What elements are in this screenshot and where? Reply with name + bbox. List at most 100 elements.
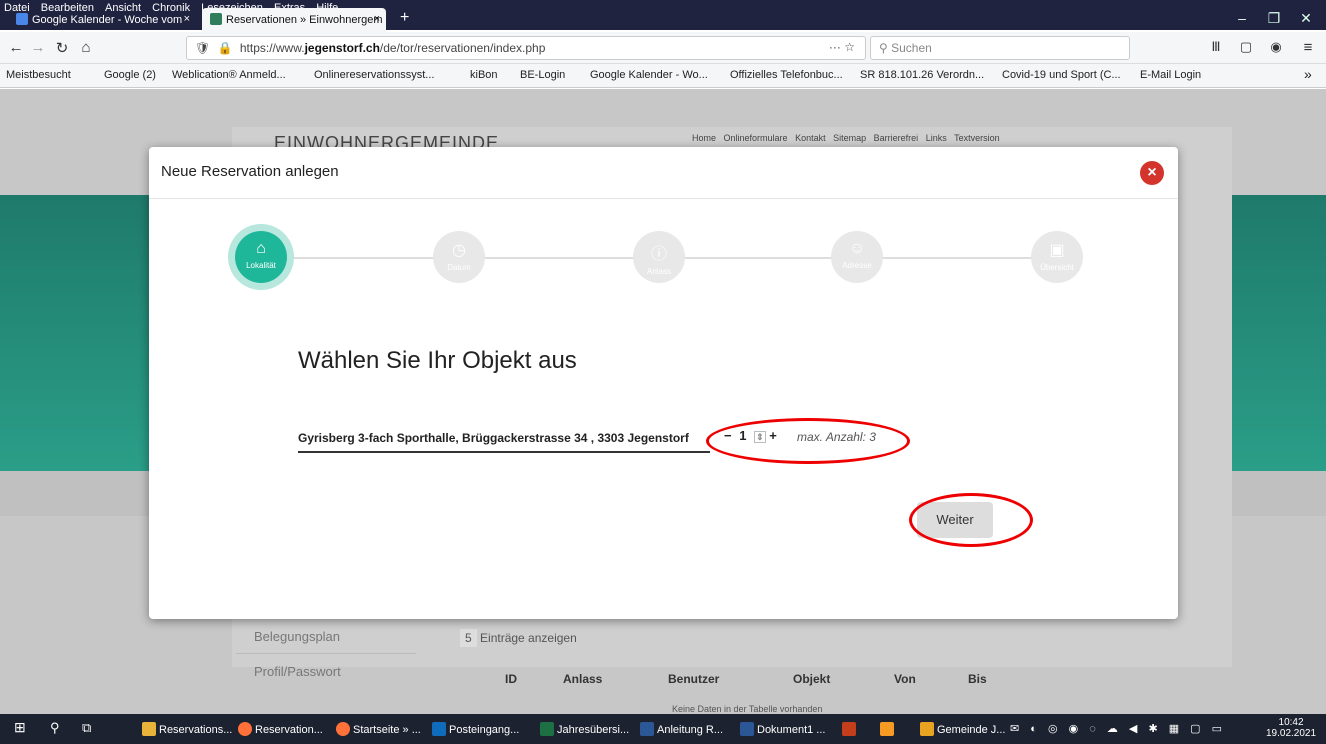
bookmark-email-login[interactable]: E-Mail Login [1140,69,1201,81]
taskbar-item[interactable]: Reservations... [142,722,232,736]
word-icon [640,722,654,736]
bookmark-telefonbuch[interactable]: Offizielles Telefonbuc... [730,69,843,81]
powerpoint-button[interactable] [842,722,859,736]
tab-reservationen[interactable]: Reservationen » Einwohnergem × [202,8,386,32]
step-datum[interactable]: ◷ Datum [433,231,485,283]
nav-home[interactable]: Home [692,133,716,143]
taskbar-label: Startseite » ... [353,724,421,736]
object-select[interactable]: Gyrisberg 3-fach Sporthalle, Brüggackers… [298,427,710,453]
home-icon: ⌂ [256,240,266,257]
taskbar-label: Reservations... [159,724,233,736]
entries-select[interactable]: 5 [460,629,477,647]
bookmark-covid-sport[interactable]: Covid-19 und Sport (C... [1002,69,1121,81]
title-bar: Datei Bearbeiten Ansicht Chronik Lesezei… [0,0,1326,30]
reload-icon[interactable]: ↻ [52,39,72,57]
user-icon: ☺ [848,240,866,257]
app-icon [920,722,934,736]
taskbar-item[interactable]: Jahresübersi... [540,722,629,736]
app-a-icon [880,722,894,736]
step-uebersicht[interactable]: ▣ Übersicht [1031,231,1083,283]
page-actions-icon[interactable]: ··· ☆ [829,40,855,54]
url-domain: jegenstorf.ch [304,41,380,55]
taskbar-item[interactable]: Startseite » ... [336,722,421,736]
bookmark-sr-verordnung[interactable]: SR 818.101.26 Verordn... [860,69,984,81]
bookmark-kibon[interactable]: kiBon [470,69,498,81]
taskbar-item[interactable]: Gemeinde J... [920,722,1005,736]
nav-links[interactable]: Links [926,133,947,143]
lock-icon: 🔒 [217,41,233,55]
sidebar-item-belegungsplan[interactable]: Belegungsplan [254,629,340,644]
bookmarks-bar: Meistbesucht Google (2) Weblication® Anm… [0,64,1326,88]
search-placeholder: Suchen [891,41,932,55]
url-path: /de/tor/reservationen/index.php [379,41,546,55]
taskbar-label: Gemeinde J... [937,724,1006,736]
nav-sitemap[interactable]: Sitemap [833,133,866,143]
back-icon[interactable]: ← [6,39,26,56]
nav-barrierefrei[interactable]: Barrierefrei [874,133,919,143]
modal-heading: Wählen Sie Ihr Objekt aus [298,347,577,374]
close-tab-icon[interactable]: × [374,13,380,25]
library-icon[interactable]: Ⅲ [1206,39,1226,55]
sidebar-icon[interactable]: ▢ [1236,39,1256,55]
reservation-modal: Neue Reservation anlegen × ⌂ Lokalität ◷ D… [149,147,1178,619]
new-tab-button[interactable]: + [392,4,417,28]
column-benutzer[interactable]: Benutzer [668,672,719,686]
entries-label: Einträge anzeigen [480,631,577,645]
bookmark-google-kalender[interactable]: Google Kalender - Wo... [590,69,708,81]
clock[interactable]: 10:42 19.02.2021 [1266,717,1316,739]
nav-onlineformulare[interactable]: Onlineformulare [724,133,788,143]
step-adresse[interactable]: ☺ Adresse [831,231,883,283]
step-lokalitaet[interactable]: ⌂ Lokalität [235,231,287,283]
bookmark-google[interactable]: Google (2) [104,69,156,81]
column-id[interactable]: ID [505,672,517,686]
word-icon [740,722,754,736]
nav-kontakt[interactable]: Kontakt [795,133,826,143]
annotation-circle-next [909,493,1033,547]
sidebar-item-profil[interactable]: Profil/Passwort [254,664,341,679]
url-bar[interactable]: 🛡 🔒 https://www.jegenstorf.ch/de/tor/res… [186,36,866,60]
taskbar-label: Jahresübersi... [557,724,630,736]
search-icon[interactable]: ⚲ [50,720,60,736]
hamburger-menu-icon[interactable]: ≡ [1298,39,1318,56]
restore-icon[interactable]: ❐ [1264,10,1284,27]
minimize-icon[interactable]: – [1232,10,1252,26]
clock-icon: ◷ [452,242,466,259]
more-bookmarks-icon[interactable]: » [1304,66,1312,82]
search-icon: ⚲ [879,41,892,55]
bookmark-onlinereservation[interactable]: Onlinereservationssyst... [314,69,434,81]
step-label: Adresse [842,261,872,270]
windows-start-icon[interactable]: ⊞ [14,719,26,736]
folder-icon [142,722,156,736]
tray-icons[interactable]: ✉ ◐ ◎ ◉ ◌ ☁ ◀ ✱ ▦ ▢ ▭ [1010,722,1226,735]
shield-icon: 🛡 [195,41,211,55]
step-anlass[interactable]: ⓘ Anlass [633,231,685,283]
column-bis[interactable]: Bis [968,672,987,686]
forward-icon[interactable]: → [28,39,48,56]
column-objekt[interactable]: Objekt [793,672,830,686]
outlook-icon [432,722,446,736]
browser-window: Datei Bearbeiten Ansicht Chronik Lesezei… [0,0,1326,744]
taskbar-item[interactable]: Dokument1 ... [740,722,825,736]
firefox-icon [336,722,350,736]
bookmark-be-login[interactable]: BE-Login [520,69,565,81]
taskbar-item[interactable]: Reservation... [238,722,323,736]
bookmark-meistbesucht[interactable]: Meistbesucht [6,69,71,81]
modal-close-button[interactable]: × [1140,161,1164,185]
column-anlass[interactable]: Anlass [563,672,602,686]
home-icon[interactable]: ⌂ [76,39,96,56]
taskbar-item[interactable]: Posteingang... [432,722,519,736]
step-label: Lokalität [246,261,276,270]
nav-textversion[interactable]: Textversion [954,133,1000,143]
bookmark-weblication[interactable]: Weblication® Anmeld... [172,69,286,81]
task-view-icon[interactable]: ⧉ [82,720,91,736]
column-von[interactable]: Von [894,672,916,686]
tab-google-kalender[interactable]: Google Kalender - Woche vom × [8,8,196,32]
search-input[interactable]: ⚲ Suchen [870,36,1130,60]
close-tab-icon[interactable]: × [184,13,190,25]
window-close-icon[interactable]: ✕ [1296,10,1316,27]
app-a-button[interactable] [880,722,897,736]
clock-date: 19.02.2021 [1266,728,1317,739]
taskbar-label: Dokument1 ... [757,724,826,736]
account-icon[interactable]: ◉ [1266,39,1286,55]
taskbar-item[interactable]: Anleitung R... [640,722,723,736]
